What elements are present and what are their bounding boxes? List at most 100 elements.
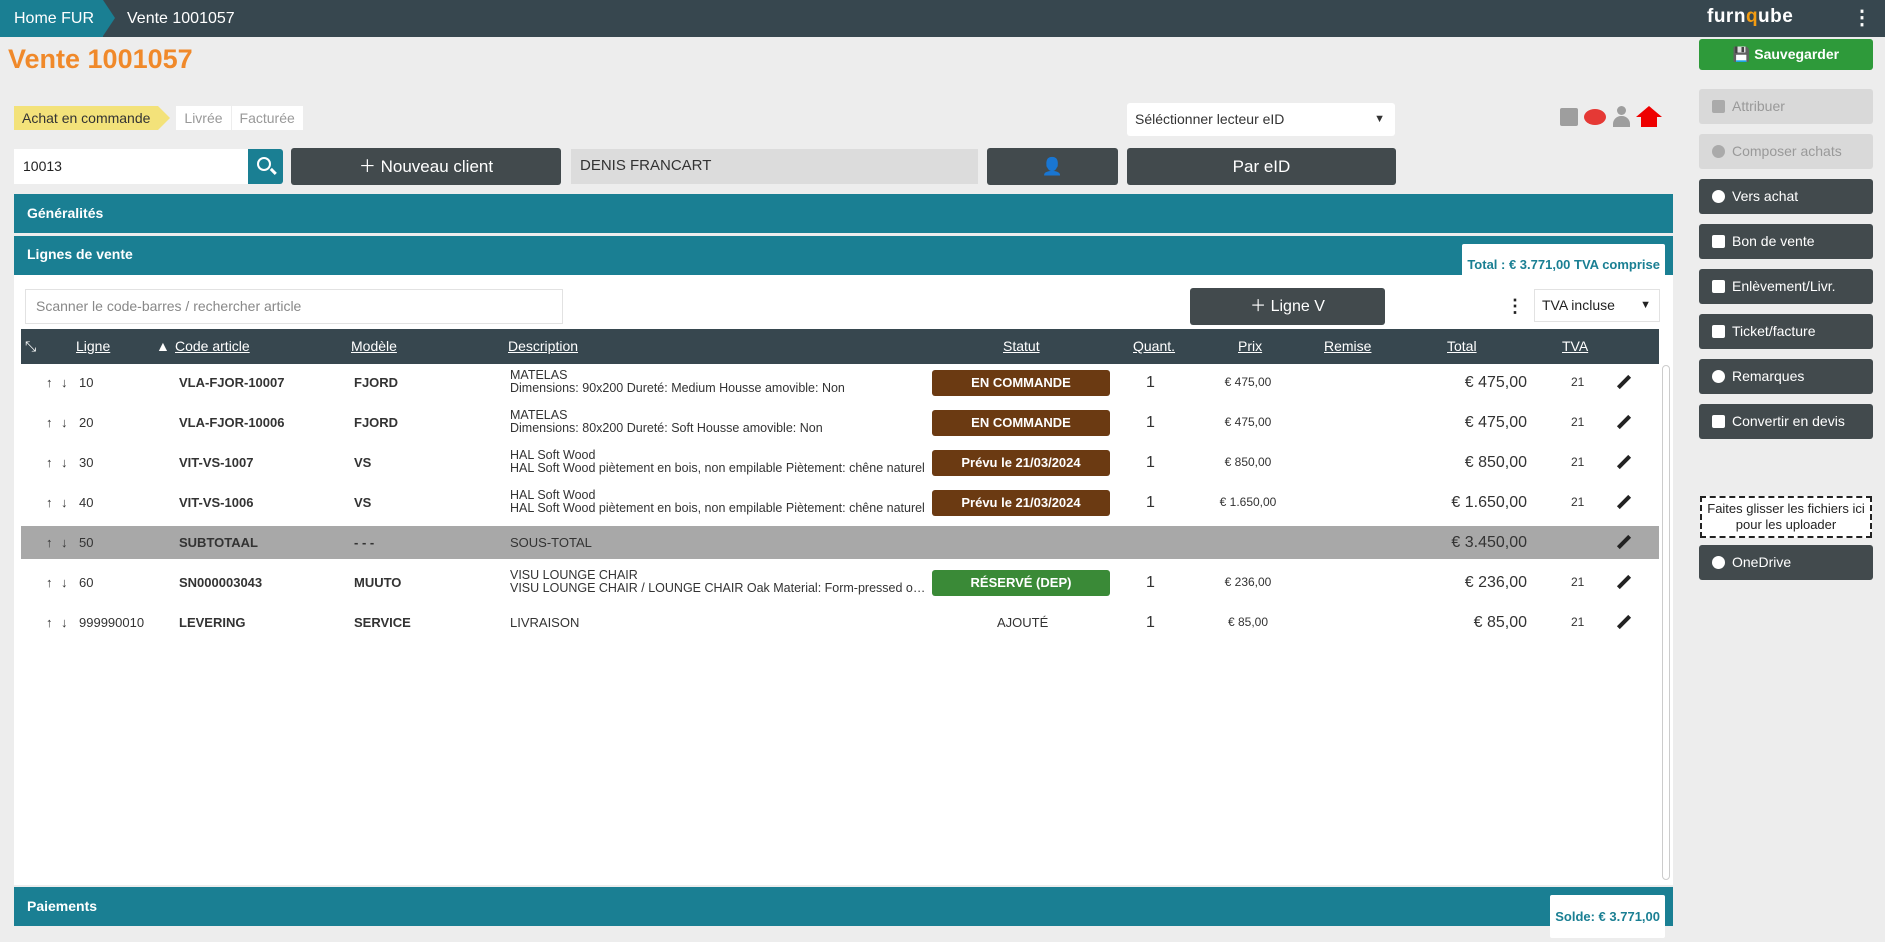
move-up-icon[interactable]: ↑ bbox=[46, 606, 53, 639]
tva-rate: 21 bbox=[1571, 495, 1585, 509]
save-label: Sauvegarder bbox=[1754, 46, 1840, 62]
attribuer-label: Attribuer bbox=[1732, 98, 1785, 114]
convertir-devis-button[interactable]: Convertir en devis bbox=[1699, 404, 1873, 439]
client-profile-button[interactable]: 👤 bbox=[987, 148, 1118, 185]
description-detail: VISU LOUNGE CHAIR / LOUNGE CHAIR Oak Mat… bbox=[510, 582, 930, 595]
line-total: € 475,00 bbox=[1464, 374, 1527, 391]
edit-icon[interactable] bbox=[1617, 376, 1631, 390]
collapse-icon[interactable]: ⤡ bbox=[25, 329, 36, 364]
file-dropzone[interactable]: Faites glisser les fichiers ici pour les… bbox=[1700, 496, 1872, 538]
table-row[interactable]: ↑ ↓ 10 VLA-FJOR-10007 FJORD MATELAS Dimensions… bbox=[21, 366, 1659, 399]
barcode-search-input[interactable]: Scanner le code-barres / rechercher arti… bbox=[25, 289, 563, 324]
move-down-icon[interactable]: ↓ bbox=[61, 486, 68, 519]
quantity: 1 bbox=[1146, 494, 1155, 511]
bon-de-vente-button[interactable]: Bon de vente bbox=[1699, 224, 1873, 259]
edit-icon[interactable] bbox=[1617, 536, 1631, 550]
home-icon[interactable] bbox=[1636, 106, 1662, 128]
move-up-icon[interactable]: ↑ bbox=[46, 526, 53, 559]
composer-achats-button[interactable]: Composer achats bbox=[1699, 134, 1873, 169]
table-row[interactable]: ↑ ↓ 50 SUBTOTAAL - - - SOUS-TOTAL € 3.450,00 bbox=[21, 526, 1659, 559]
panel-lignes[interactable]: Lignes de vente Total : € 3.771,00 TVA co… bbox=[14, 236, 1673, 285]
col-modele[interactable]: Modèle bbox=[351, 329, 397, 364]
move-down-icon[interactable]: ↓ bbox=[61, 606, 68, 639]
quantity: 1 bbox=[1146, 574, 1155, 591]
col-prix[interactable]: Prix bbox=[1238, 329, 1262, 364]
panel-paiements-title: Paiements bbox=[27, 898, 98, 914]
col-tva[interactable]: TVA bbox=[1562, 329, 1588, 364]
add-line-button[interactable]: ＋ Ligne V bbox=[1190, 288, 1385, 325]
new-client-button[interactable]: ＋ Nouveau client bbox=[291, 148, 561, 185]
attribuer-button[interactable]: Attribuer bbox=[1699, 89, 1873, 124]
table-row[interactable]: ↑ ↓ 60 SN000003043 MUUTO VISU LOUNGE CHAIR VIS… bbox=[21, 566, 1659, 599]
bon-vente-label: Bon de vente bbox=[1732, 233, 1815, 249]
col-description[interactable]: Description bbox=[508, 329, 578, 364]
ticket-facture-button[interactable]: Ticket/facture bbox=[1699, 314, 1873, 349]
eid-reader-select[interactable]: Séléctionner lecteur eID ▼ bbox=[1127, 103, 1395, 136]
save-button[interactable]: 💾 Sauvegarder bbox=[1699, 39, 1873, 70]
table-row[interactable]: ↑ ↓ 20 VLA-FJOR-10006 FJORD MATELAS Dimensions… bbox=[21, 406, 1659, 439]
step-facturee[interactable]: Facturée bbox=[231, 106, 303, 130]
move-up-icon[interactable]: ↑ bbox=[46, 566, 53, 599]
table-row[interactable]: ↑ ↓ 999990010 LEVERING SERVICE LIVRAISON AJOUT… bbox=[21, 606, 1659, 639]
more-vertical-icon[interactable]: ⋮ bbox=[1852, 6, 1872, 30]
remarques-button[interactable]: Remarques bbox=[1699, 359, 1873, 394]
client-search-button[interactable] bbox=[248, 149, 283, 184]
onedrive-button[interactable]: OneDrive bbox=[1699, 545, 1873, 580]
step-livree[interactable]: Livrée bbox=[176, 106, 231, 130]
article-code: VIT-VS-1007 bbox=[179, 455, 254, 470]
devis-label: Convertir en devis bbox=[1732, 413, 1845, 429]
edit-icon[interactable] bbox=[1617, 616, 1631, 630]
col-ligne[interactable]: Ligne bbox=[76, 329, 110, 364]
table-row[interactable]: ↑ ↓ 40 VIT-VS-1006 VS HAL Soft Wood HAL Soft W… bbox=[21, 486, 1659, 519]
move-down-icon[interactable]: ↓ bbox=[61, 446, 68, 479]
arrow-circle-icon bbox=[1712, 190, 1725, 203]
breadcrumb-home[interactable]: Home FUR bbox=[0, 0, 115, 37]
client-number-input[interactable]: 10013 bbox=[14, 149, 248, 184]
move-down-icon[interactable]: ↓ bbox=[61, 566, 68, 599]
panel-generalites[interactable]: Généralités bbox=[14, 194, 1673, 233]
col-code[interactable]: Code article bbox=[175, 329, 250, 364]
vers-achat-button[interactable]: Vers achat bbox=[1699, 179, 1873, 214]
client-name-field: DENIS FRANCART bbox=[571, 149, 978, 184]
by-eid-button[interactable]: Par eID bbox=[1127, 148, 1396, 185]
tva-select[interactable]: TVA incluse ▼ bbox=[1534, 289, 1660, 322]
search-icon bbox=[257, 157, 271, 171]
note-icon[interactable] bbox=[1560, 108, 1578, 126]
status-badge: Prévu le 21/03/2024 bbox=[932, 490, 1110, 516]
model: - - - bbox=[354, 535, 375, 550]
line-number: 40 bbox=[79, 495, 94, 510]
status-icons bbox=[1560, 106, 1662, 128]
user-icon[interactable] bbox=[1612, 106, 1630, 128]
article-code: VLA-FJOR-10007 bbox=[179, 375, 285, 390]
more-vertical-icon[interactable]: ⋮ bbox=[1506, 295, 1524, 317]
edit-icon[interactable] bbox=[1617, 456, 1631, 470]
table-row[interactable]: ↑ ↓ 30 VIT-VS-1007 VS HAL Soft Wood HAL Soft W… bbox=[21, 446, 1659, 479]
plus-icon: ＋ bbox=[1250, 298, 1271, 315]
comments-icon bbox=[1712, 370, 1725, 383]
edit-icon[interactable] bbox=[1617, 416, 1631, 430]
step-achat[interactable]: Achat en commande bbox=[14, 106, 171, 130]
move-down-icon[interactable]: ↓ bbox=[61, 366, 68, 399]
edit-icon[interactable] bbox=[1617, 496, 1631, 510]
col-total[interactable]: Total bbox=[1447, 329, 1477, 364]
move-up-icon[interactable]: ↑ bbox=[46, 446, 53, 479]
move-up-icon[interactable]: ↑ bbox=[46, 366, 53, 399]
move-up-icon[interactable]: ↑ bbox=[46, 406, 53, 439]
chat-icon[interactable] bbox=[1584, 109, 1606, 125]
ticket-label: Ticket/facture bbox=[1732, 323, 1816, 339]
panel-lignes-title: Lignes de vente bbox=[27, 246, 133, 262]
edit-icon[interactable] bbox=[1617, 576, 1631, 590]
move-down-icon[interactable]: ↓ bbox=[61, 526, 68, 559]
panel-paiements[interactable]: Paiements Solde: € 3.771,00 bbox=[14, 887, 1673, 938]
enlevement-button[interactable]: Enlèvement/Livr. bbox=[1699, 269, 1873, 304]
scrollbar[interactable] bbox=[1662, 365, 1670, 880]
move-down-icon[interactable]: ↓ bbox=[61, 406, 68, 439]
col-statut[interactable]: Statut bbox=[1003, 329, 1040, 364]
quantity: 1 bbox=[1146, 614, 1155, 631]
description-title: LIVRAISON bbox=[510, 615, 580, 630]
status-badge: Prévu le 21/03/2024 bbox=[932, 450, 1110, 476]
move-up-icon[interactable]: ↑ bbox=[46, 486, 53, 519]
col-quant[interactable]: Quant. bbox=[1133, 329, 1175, 364]
col-remise[interactable]: Remise bbox=[1324, 329, 1371, 364]
price: € 1.650,00 bbox=[1219, 495, 1277, 509]
